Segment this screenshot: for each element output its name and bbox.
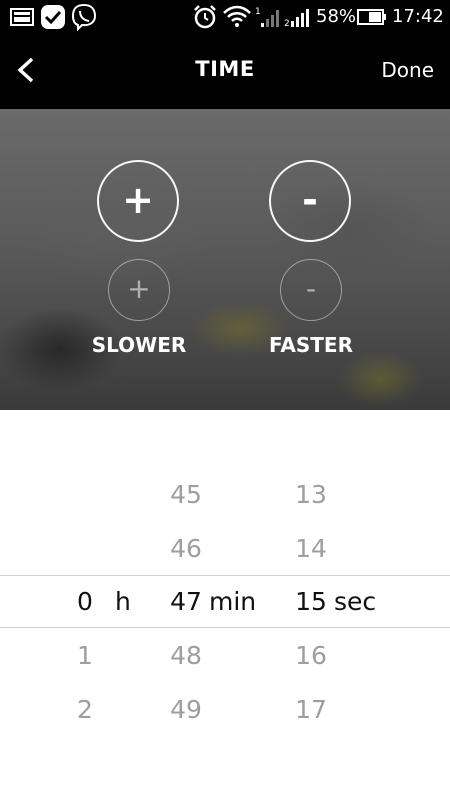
check-icon	[41, 5, 65, 29]
picker-divider-top	[0, 575, 450, 576]
minute-above-1: 45	[170, 480, 202, 509]
second-unit: sec	[334, 587, 377, 616]
slower-big-button[interactable]: +	[97, 160, 179, 242]
minute-below-1: 48	[170, 641, 202, 670]
plus-small-icon: +	[127, 271, 151, 305]
minute-selected: 47	[170, 587, 202, 616]
faster-small-button[interactable]: -	[280, 259, 342, 321]
alarm-icon	[194, 5, 216, 29]
signal-2-icon: 2	[284, 9, 309, 29]
svg-text:1: 1	[255, 7, 261, 17]
viber-icon	[71, 3, 97, 31]
second-below-1: 16	[295, 641, 327, 670]
minute-below-2: 49	[170, 695, 202, 724]
top-bar: TIME Done	[0, 33, 450, 109]
faster-label[interactable]: FASTER	[241, 333, 381, 357]
hour-selected: 0	[77, 587, 93, 616]
minus-small-icon: -	[305, 271, 317, 305]
minus-icon: -	[302, 177, 318, 222]
status-bar: 1 2 58% 17:42	[0, 0, 450, 33]
done-button[interactable]: Done	[381, 58, 434, 82]
plus-icon: +	[122, 177, 154, 222]
svg-text:2: 2	[284, 19, 290, 29]
battery-percent: 58%	[316, 6, 357, 27]
signal-1-icon: 1	[255, 7, 279, 27]
hour-below-2: 2	[77, 695, 93, 724]
wifi-icon	[223, 5, 251, 27]
hour-below-1: 1	[77, 641, 93, 670]
minute-above-2: 46	[170, 534, 202, 563]
slower-label[interactable]: SLOWER	[69, 333, 209, 357]
second-above-1: 13	[295, 480, 327, 509]
faster-big-button[interactable]: -	[269, 160, 351, 242]
second-selected: 15	[295, 587, 327, 616]
hour-unit: h	[115, 587, 131, 616]
battery-icon	[357, 9, 386, 25]
hero-background: + - + - SLOWER FASTER	[0, 109, 450, 410]
slower-small-button[interactable]: +	[108, 259, 170, 321]
status-time: 17:42	[392, 6, 444, 27]
gallery-icon	[10, 8, 34, 26]
minute-unit: min	[209, 587, 257, 616]
second-above-2: 14	[295, 534, 327, 563]
picker-divider-bottom	[0, 627, 450, 628]
second-below-2: 17	[295, 695, 327, 724]
